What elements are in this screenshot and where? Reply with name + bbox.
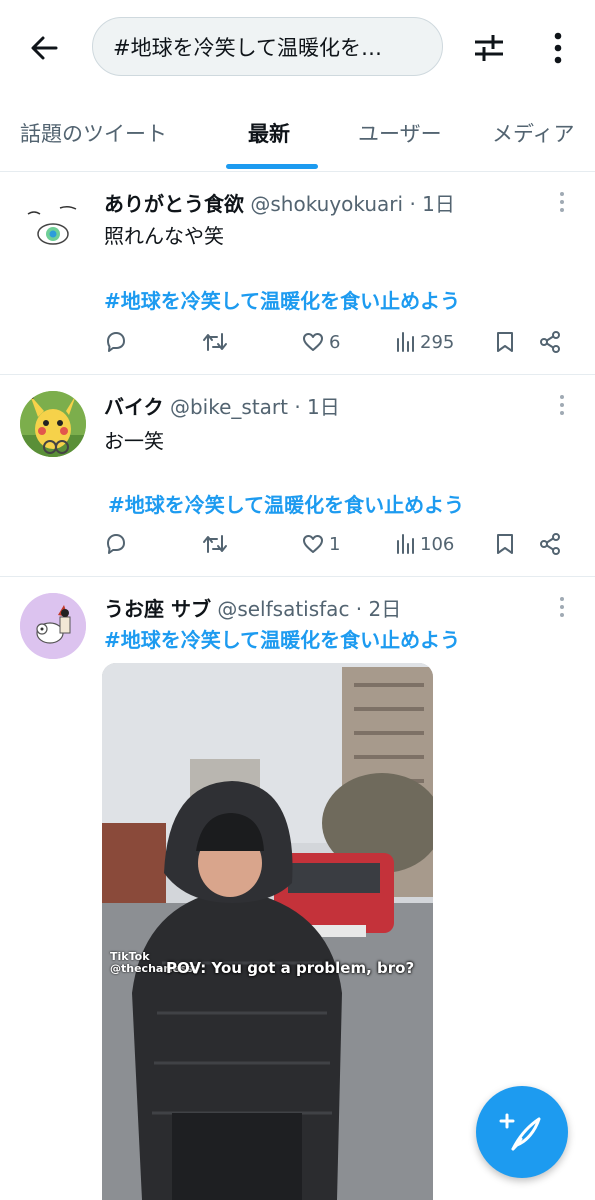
like-count: 6 [329,331,341,353]
retweet-icon [203,333,227,351]
author-handle[interactable]: @selfsatisfac [217,597,349,621]
bookmark-icon [497,332,513,352]
tweet-more-button[interactable] [552,593,572,621]
share-button[interactable] [538,330,562,354]
tab-top[interactable]: 話題のツイート [20,118,167,148]
tweet-actions: 1 106 [0,532,595,562]
search-tabs: 話題のツイート 最新 ユーザー メディア [0,96,595,172]
tweet-more-button[interactable] [552,188,572,216]
view-count: 106 [420,533,455,555]
search-query: #地球を冷笑して温暖化を… [113,35,382,60]
avatar[interactable] [20,593,86,659]
bookmark-button[interactable] [495,330,515,354]
arrow-left-icon [31,36,58,60]
author-handle[interactable]: @shokuyokuari [250,192,403,216]
tab-media[interactable]: メディア [492,118,575,148]
reply-icon [107,332,125,352]
share-icon [540,331,560,353]
bookmark-icon [497,534,513,554]
top-bar: #地球を冷笑して温暖化を… [0,0,595,96]
like-count: 1 [329,533,341,555]
views-button[interactable]: 106 [396,532,454,556]
author-name[interactable]: ありがとう食欲 [104,192,244,216]
like-button[interactable]: 1 [301,532,340,556]
tweet-actions: 6 295 [0,330,595,360]
heart-icon [303,535,323,553]
compose-feather-icon [499,1113,541,1151]
heart-icon [303,333,323,351]
tweet-text: お一笑 [104,429,164,453]
views-chart-icon [397,332,414,352]
hashtag-link[interactable]: #地球を冷笑して温暖化を食い止めよう [104,624,460,653]
reply-icon [107,534,125,554]
author-name[interactable]: うお座 サブ [104,597,211,621]
author-name[interactable]: バイク [104,395,164,419]
bookmark-button[interactable] [495,532,515,556]
tweet-header: うお座 サブ @selfsatisfac · 2日 [104,593,401,622]
tweet-more-button[interactable] [552,391,572,419]
retweet-icon [203,535,227,553]
tweet[interactable]: ありがとう食欲 @shokuyokuari · 1日 照れんなや笑 #地球を冷笑… [0,172,595,375]
more-options-button[interactable] [538,26,578,70]
tab-users[interactable]: ユーザー [358,118,442,148]
compose-tweet-button[interactable] [476,1086,568,1178]
reply-button[interactable] [104,532,128,556]
share-icon [540,533,560,555]
avatar[interactable] [20,192,86,258]
tab-latest[interactable]: 最新 [248,118,290,148]
more-vertical-icon [554,32,562,64]
views-button[interactable]: 295 [396,330,454,354]
tweet-header: バイク @bike_start · 1日 [104,391,340,420]
back-button[interactable] [22,26,66,70]
retweet-button[interactable] [202,532,228,556]
reply-button[interactable] [104,330,128,354]
tweet-header: ありがとう食欲 @shokuyokuari · 1日 [104,188,455,217]
avatar[interactable] [20,391,86,457]
character-avatar-icon [20,593,86,659]
search-input[interactable]: #地球を冷笑して温暖化を… [92,17,443,76]
video-frame-image [102,663,433,1200]
sliders-icon [475,35,503,61]
like-button[interactable]: 6 [301,330,340,354]
avatar-drawing-icon [27,205,77,245]
retweet-button[interactable] [202,330,228,354]
tweet-video[interactable]: TikTok @thecharlessy POV: You got a prob… [102,663,433,1200]
tweet-time: · 1日 [409,192,455,216]
filter-button[interactable] [466,26,512,70]
share-button[interactable] [538,532,562,556]
active-tab-indicator [226,164,318,169]
views-chart-icon [397,534,414,554]
tweet[interactable]: バイク @bike_start · 1日 お一笑 #地球を冷笑して温暖化を食い止… [0,375,595,577]
tweet-time: · 2日 [355,597,402,621]
view-count: 295 [420,331,455,353]
tweet-text: 照れんなや笑 [104,224,224,248]
author-handle[interactable]: @bike_start [170,395,288,419]
video-caption: POV: You got a problem, bro? [166,959,415,977]
pikachu-avatar-icon [20,391,86,457]
hashtag-link[interactable]: #地球を冷笑して温暖化を食い止めよう [104,285,460,314]
hashtag-link[interactable]: #地球を冷笑して温暖化を食い止めよう [108,489,464,518]
tweet-time: · 1日 [294,395,340,419]
